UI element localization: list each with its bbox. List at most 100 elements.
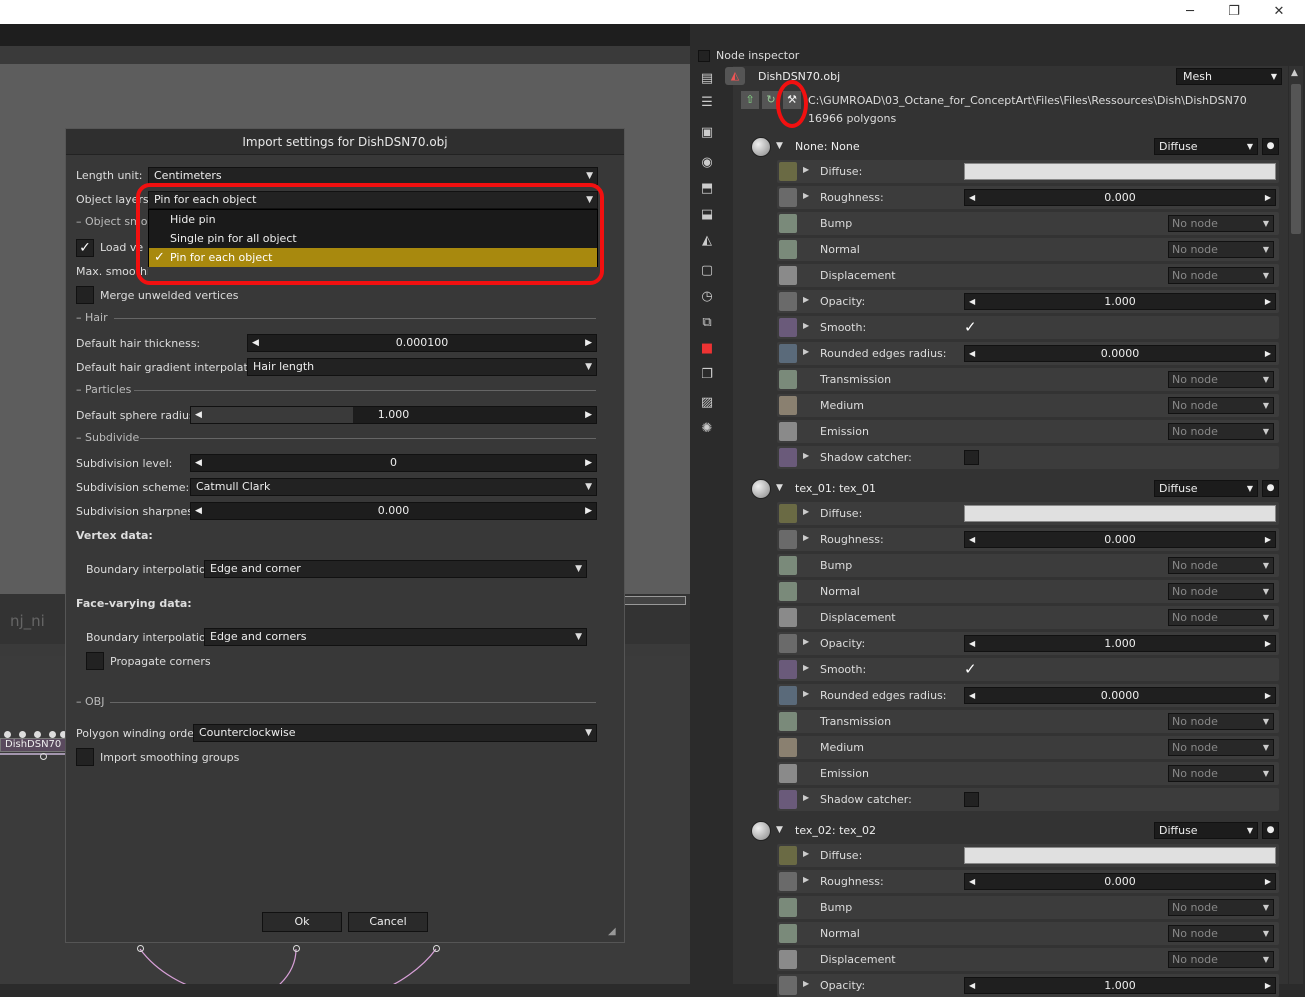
node-select[interactable]: No node ▼	[1168, 739, 1274, 756]
mesh-node[interactable]: DishDSN70	[0, 738, 70, 752]
pin-row-transmission[interactable]: Transmission No node ▼	[777, 368, 1279, 391]
node-select[interactable]: No node ▼	[1168, 609, 1274, 626]
expand-triangle-icon[interactable]: ▶	[803, 507, 809, 516]
right-arrow-icon[interactable]: ▶	[1265, 346, 1271, 361]
pin-row-transmission[interactable]: Transmission No node ▼	[777, 710, 1279, 733]
layers-icon[interactable]: ▤	[698, 70, 716, 88]
node-select[interactable]: No node ▼	[1168, 371, 1274, 388]
value-slider[interactable]: ◀ 0.000 ▶	[964, 873, 1276, 890]
material-header[interactable]: ▼ None: None Diffuse ▼ ●	[749, 136, 1279, 158]
node-select[interactable]: No node ▼	[1168, 397, 1274, 414]
left-arrow-icon[interactable]: ◀	[969, 190, 975, 205]
pin-row-displacement[interactable]: Displacement No node ▼	[777, 606, 1279, 629]
pin-row-roughness[interactable]: ▶ Roughness: ◀ 0.000 ▶	[777, 870, 1279, 893]
color-swatch[interactable]	[964, 847, 1276, 864]
expand-triangle-icon[interactable]: ▶	[803, 191, 809, 200]
pin-row-shadow_catcher[interactable]: ▶ Shadow catcher:	[777, 446, 1279, 469]
value-slider[interactable]: ◀ 1.000 ▶	[964, 977, 1276, 994]
material-type-select[interactable]: Diffuse ▼	[1154, 480, 1258, 497]
export-icon[interactable]: ⇧	[741, 91, 759, 109]
shadow-catcher-checkbox[interactable]	[964, 450, 979, 465]
resize-grip-icon[interactable]: ◢	[608, 926, 622, 940]
pin-row-diffuse[interactable]: ▶ Diffuse:	[777, 844, 1279, 867]
right-arrow-icon[interactable]: ▶	[1265, 636, 1271, 651]
graph-output-pin[interactable]	[40, 753, 47, 760]
graph-pin[interactable]	[34, 731, 41, 738]
right-arrow-icon[interactable]: ▶	[1265, 294, 1271, 309]
material-type-select[interactable]: Diffuse ▼	[1154, 138, 1258, 155]
subdiv-scheme-select[interactable]: Catmull Clark ▼	[190, 478, 597, 496]
graph-pin[interactable]	[293, 945, 300, 952]
scroll-up-icon[interactable]: ▲	[1291, 68, 1298, 78]
merge-unwelded-checkbox[interactable]	[76, 286, 94, 304]
maximize-button[interactable]: ❐	[1219, 2, 1249, 22]
pin-row-shadow_catcher[interactable]: ▶ Shadow catcher:	[777, 788, 1279, 811]
expand-triangle-icon[interactable]: ▶	[803, 295, 809, 304]
collapse-triangle-icon[interactable]: ▼	[776, 483, 783, 493]
expand-triangle-icon[interactable]: ▶	[803, 793, 809, 802]
color-swatch[interactable]	[964, 505, 1276, 522]
expand-triangle-icon[interactable]: ▶	[803, 321, 809, 330]
expand-triangle-icon[interactable]: ▶	[803, 689, 809, 698]
smooth-checkbox[interactable]: ✓	[964, 320, 979, 335]
node-select[interactable]: No node ▼	[1168, 215, 1274, 232]
right-arrow-icon[interactable]: ▶	[1265, 978, 1271, 993]
expand-triangle-icon[interactable]: ▶	[803, 663, 809, 672]
hair-thickness-slider[interactable]: ◀ 0.000100 ▶	[247, 334, 597, 352]
right-arrow-icon[interactable]: ▶	[1265, 688, 1271, 703]
cancel-button[interactable]: Cancel	[348, 912, 428, 932]
scrollbar-thumb[interactable]	[1291, 84, 1301, 234]
left-arrow-icon[interactable]: ◀	[195, 455, 202, 471]
layers2-icon[interactable]: ❐	[698, 366, 716, 384]
left-arrow-icon[interactable]: ◀	[195, 503, 202, 519]
graph-pin[interactable]	[19, 731, 26, 738]
winding-select[interactable]: Counterclockwise ▼	[193, 724, 597, 742]
frame-icon[interactable]: ▢	[698, 262, 716, 280]
light-icon[interactable]: ✺	[698, 420, 716, 438]
value-slider[interactable]: ◀ 0.0000 ▶	[964, 687, 1276, 704]
left-arrow-icon[interactable]: ◀	[969, 978, 975, 993]
minimize-button[interactable]: ─	[1175, 2, 1205, 22]
pin-row-displacement[interactable]: Displacement No node ▼	[777, 264, 1279, 287]
left-arrow-icon[interactable]: ◀	[969, 874, 975, 889]
right-arrow-icon[interactable]: ▶	[585, 335, 592, 351]
pin-row-opacity[interactable]: ▶ Opacity: ◀ 1.000 ▶	[777, 632, 1279, 655]
subdiv-sharpness-slider[interactable]: ◀ 0.000 ▶	[190, 502, 597, 520]
expand-triangle-icon[interactable]: ▶	[803, 533, 809, 542]
transform-icon[interactable]: ⧉	[698, 314, 716, 332]
pin-row-displacement[interactable]: Displacement No node ▼	[777, 948, 1279, 971]
image-icon[interactable]: ▣	[698, 124, 716, 142]
viewport-scrollbar[interactable]	[624, 596, 686, 605]
stack-icon[interactable]: ☰	[698, 94, 716, 112]
expand-triangle-icon[interactable]: ▶	[803, 165, 809, 174]
sphere-radius-slider[interactable]: ◀ 1.000 ▶	[190, 406, 597, 424]
node-select[interactable]: No node ▼	[1168, 951, 1274, 968]
node-select[interactable]: No node ▼	[1168, 583, 1274, 600]
pin-row-emission[interactable]: Emission No node ▼	[777, 762, 1279, 785]
vertex-boundary-select[interactable]: Edge and corner ▼	[204, 560, 587, 578]
ok-button[interactable]: Ok	[262, 912, 342, 932]
value-slider[interactable]: ◀ 1.000 ▶	[964, 293, 1276, 310]
graph-pin[interactable]	[137, 945, 144, 952]
material-header[interactable]: ▼ tex_01: tex_01 Diffuse ▼ ●	[749, 478, 1279, 500]
material-type-select[interactable]: Diffuse ▼	[1154, 822, 1258, 839]
node-select[interactable]: No node ▼	[1168, 899, 1274, 916]
graph-pin[interactable]	[4, 731, 11, 738]
pin-row-normal[interactable]: Normal No node ▼	[777, 922, 1279, 945]
close-button[interactable]: ✕	[1264, 2, 1294, 22]
pin-row-diffuse[interactable]: ▶ Diffuse:	[777, 160, 1279, 183]
pin-row-medium[interactable]: Medium No node ▼	[777, 736, 1279, 759]
pin-row-bump[interactable]: Bump No node ▼	[777, 554, 1279, 577]
pin-row-normal[interactable]: Normal No node ▼	[777, 580, 1279, 603]
node-select[interactable]: No node ▼	[1168, 423, 1274, 440]
pin-row-roughness[interactable]: ▶ Roughness: ◀ 0.000 ▶	[777, 528, 1279, 551]
mesh-type-select[interactable]: Mesh ▼	[1176, 68, 1282, 85]
pin-row-medium[interactable]: Medium No node ▼	[777, 394, 1279, 417]
left-arrow-icon[interactable]: ◀	[969, 346, 975, 361]
node-select[interactable]: No node ▼	[1168, 241, 1274, 258]
left-arrow-icon[interactable]: ◀	[252, 335, 259, 351]
smooth-checkbox[interactable]: ✓	[964, 662, 979, 677]
clock-icon[interactable]: ◷	[698, 288, 716, 306]
picture-icon[interactable]: ▨	[698, 394, 716, 412]
right-arrow-icon[interactable]: ▶	[1265, 532, 1271, 547]
